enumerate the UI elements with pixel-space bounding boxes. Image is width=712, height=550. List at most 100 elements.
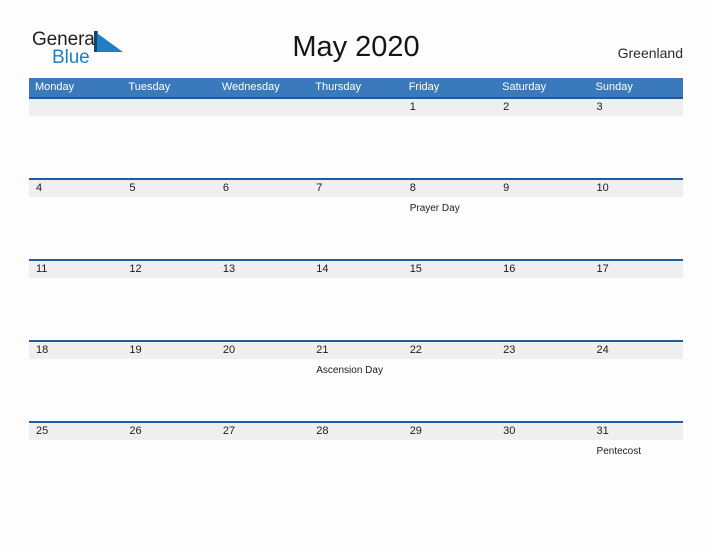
day-event-cell[interactable] [590, 278, 683, 340]
day-event-cell[interactable] [216, 440, 309, 502]
day-number[interactable]: 11 [29, 261, 122, 278]
week-row: 11 12 13 14 15 16 17 [29, 259, 683, 340]
calendar-page: General Blue May 2020 Greenland Monday T… [0, 0, 712, 550]
day-event-cell[interactable] [403, 116, 496, 178]
day-event-cell[interactable] [309, 116, 402, 178]
day-number[interactable]: 21 [309, 342, 402, 359]
day-event-cell[interactable] [216, 116, 309, 178]
day-number[interactable]: 18 [29, 342, 122, 359]
day-event-cell[interactable]: Pentecost [590, 440, 683, 502]
week-row: 1 2 3 [29, 97, 683, 178]
weekday-wednesday: Wednesday [221, 81, 280, 93]
day-event-cell[interactable] [496, 197, 589, 259]
day-number[interactable]: 31 [590, 423, 683, 440]
event-label: Prayer Day [409, 203, 460, 214]
day-event-cell[interactable] [216, 197, 309, 259]
day-number[interactable]: 8 [403, 180, 496, 197]
weekday-tuesday: Tuesday [128, 81, 171, 93]
day-number[interactable]: 24 [590, 342, 683, 359]
week-date-band: 11 12 13 14 15 16 17 [29, 261, 683, 278]
day-number[interactable]: 2 [496, 99, 589, 116]
week-event-band [29, 278, 683, 340]
day-event-cell[interactable] [122, 278, 215, 340]
day-event-cell[interactable] [216, 278, 309, 340]
day-event-cell[interactable] [496, 278, 589, 340]
weekday-saturday: Saturday [502, 81, 547, 93]
week-date-band: 4 5 6 7 8 9 10 [29, 180, 683, 197]
week-event-band [29, 116, 683, 178]
day-number[interactable]: 29 [403, 423, 496, 440]
day-event-cell[interactable] [29, 440, 122, 502]
day-number[interactable]: 1 [403, 99, 496, 116]
day-number[interactable]: 3 [590, 99, 683, 116]
day-number[interactable]: 10 [590, 180, 683, 197]
day-event-cell[interactable] [309, 440, 402, 502]
week-date-band: 25 26 27 28 29 30 31 [29, 423, 683, 440]
day-event-cell[interactable] [590, 197, 683, 259]
day-event-cell[interactable] [29, 359, 122, 421]
day-number[interactable]: 28 [309, 423, 402, 440]
day-event-cell[interactable] [496, 440, 589, 502]
day-event-cell[interactable]: Ascension Day [309, 359, 402, 421]
day-number[interactable]: 22 [403, 342, 496, 359]
page-header: General Blue May 2020 Greenland [0, 0, 712, 76]
week-event-band: Pentecost [29, 440, 683, 502]
weekday-thursday: Thursday [315, 81, 362, 93]
day-number[interactable]: 15 [403, 261, 496, 278]
day-event-cell[interactable] [122, 116, 215, 178]
day-event-cell[interactable] [29, 116, 122, 178]
day-number[interactable]: 4 [29, 180, 122, 197]
event-label: Ascension Day [316, 365, 383, 376]
day-event-cell[interactable] [122, 197, 215, 259]
day-number[interactable]: 9 [496, 180, 589, 197]
day-number[interactable] [216, 99, 309, 116]
week-event-band: Prayer Day [29, 197, 683, 259]
day-number[interactable] [29, 99, 122, 116]
day-number[interactable]: 23 [496, 342, 589, 359]
day-number[interactable]: 25 [29, 423, 122, 440]
week-event-band: Ascension Day [29, 359, 683, 421]
day-number[interactable]: 26 [122, 423, 215, 440]
day-number[interactable]: 17 [590, 261, 683, 278]
day-event-cell[interactable] [403, 440, 496, 502]
day-event-cell[interactable] [122, 359, 215, 421]
calendar-location: Greenland [617, 45, 683, 61]
day-number[interactable]: 16 [496, 261, 589, 278]
day-number[interactable] [122, 99, 215, 116]
day-event-cell[interactable] [496, 359, 589, 421]
day-event-cell[interactable] [590, 116, 683, 178]
day-event-cell[interactable] [216, 359, 309, 421]
day-event-cell[interactable] [122, 440, 215, 502]
day-event-cell[interactable] [403, 278, 496, 340]
day-event-cell[interactable] [496, 116, 589, 178]
page-title: May 2020 [292, 31, 420, 63]
day-number[interactable]: 12 [122, 261, 215, 278]
week-row: 25 26 27 28 29 30 31 Pentecost [29, 421, 683, 502]
day-number[interactable]: 27 [216, 423, 309, 440]
event-label: Pentecost [596, 446, 642, 457]
day-number[interactable]: 20 [216, 342, 309, 359]
weekday-sunday: Sunday [595, 81, 633, 93]
day-number[interactable] [309, 99, 402, 116]
day-event-cell[interactable] [309, 197, 402, 259]
day-event-cell[interactable]: Prayer Day [403, 197, 496, 259]
day-number[interactable]: 30 [496, 423, 589, 440]
week-date-band: 18 19 20 21 22 23 24 [29, 342, 683, 359]
day-number[interactable]: 14 [309, 261, 402, 278]
day-number[interactable]: 5 [122, 180, 215, 197]
day-event-cell[interactable] [403, 359, 496, 421]
week-date-band: 1 2 3 [29, 99, 683, 116]
day-number[interactable]: 6 [216, 180, 309, 197]
week-row: 4 5 6 7 8 9 10 Prayer Day [29, 178, 683, 259]
day-event-cell[interactable] [309, 278, 402, 340]
weekday-friday: Friday [408, 81, 440, 93]
day-event-cell[interactable] [29, 197, 122, 259]
weekday-monday: Monday [35, 81, 75, 93]
weekday-header-row: Monday Tuesday Wednesday Thursday Friday… [29, 78, 683, 97]
day-event-cell[interactable] [590, 359, 683, 421]
day-number[interactable]: 7 [309, 180, 402, 197]
day-event-cell[interactable] [29, 278, 122, 340]
calendar-grid: Monday Tuesday Wednesday Thursday Friday… [29, 78, 683, 502]
day-number[interactable]: 19 [122, 342, 215, 359]
day-number[interactable]: 13 [216, 261, 309, 278]
